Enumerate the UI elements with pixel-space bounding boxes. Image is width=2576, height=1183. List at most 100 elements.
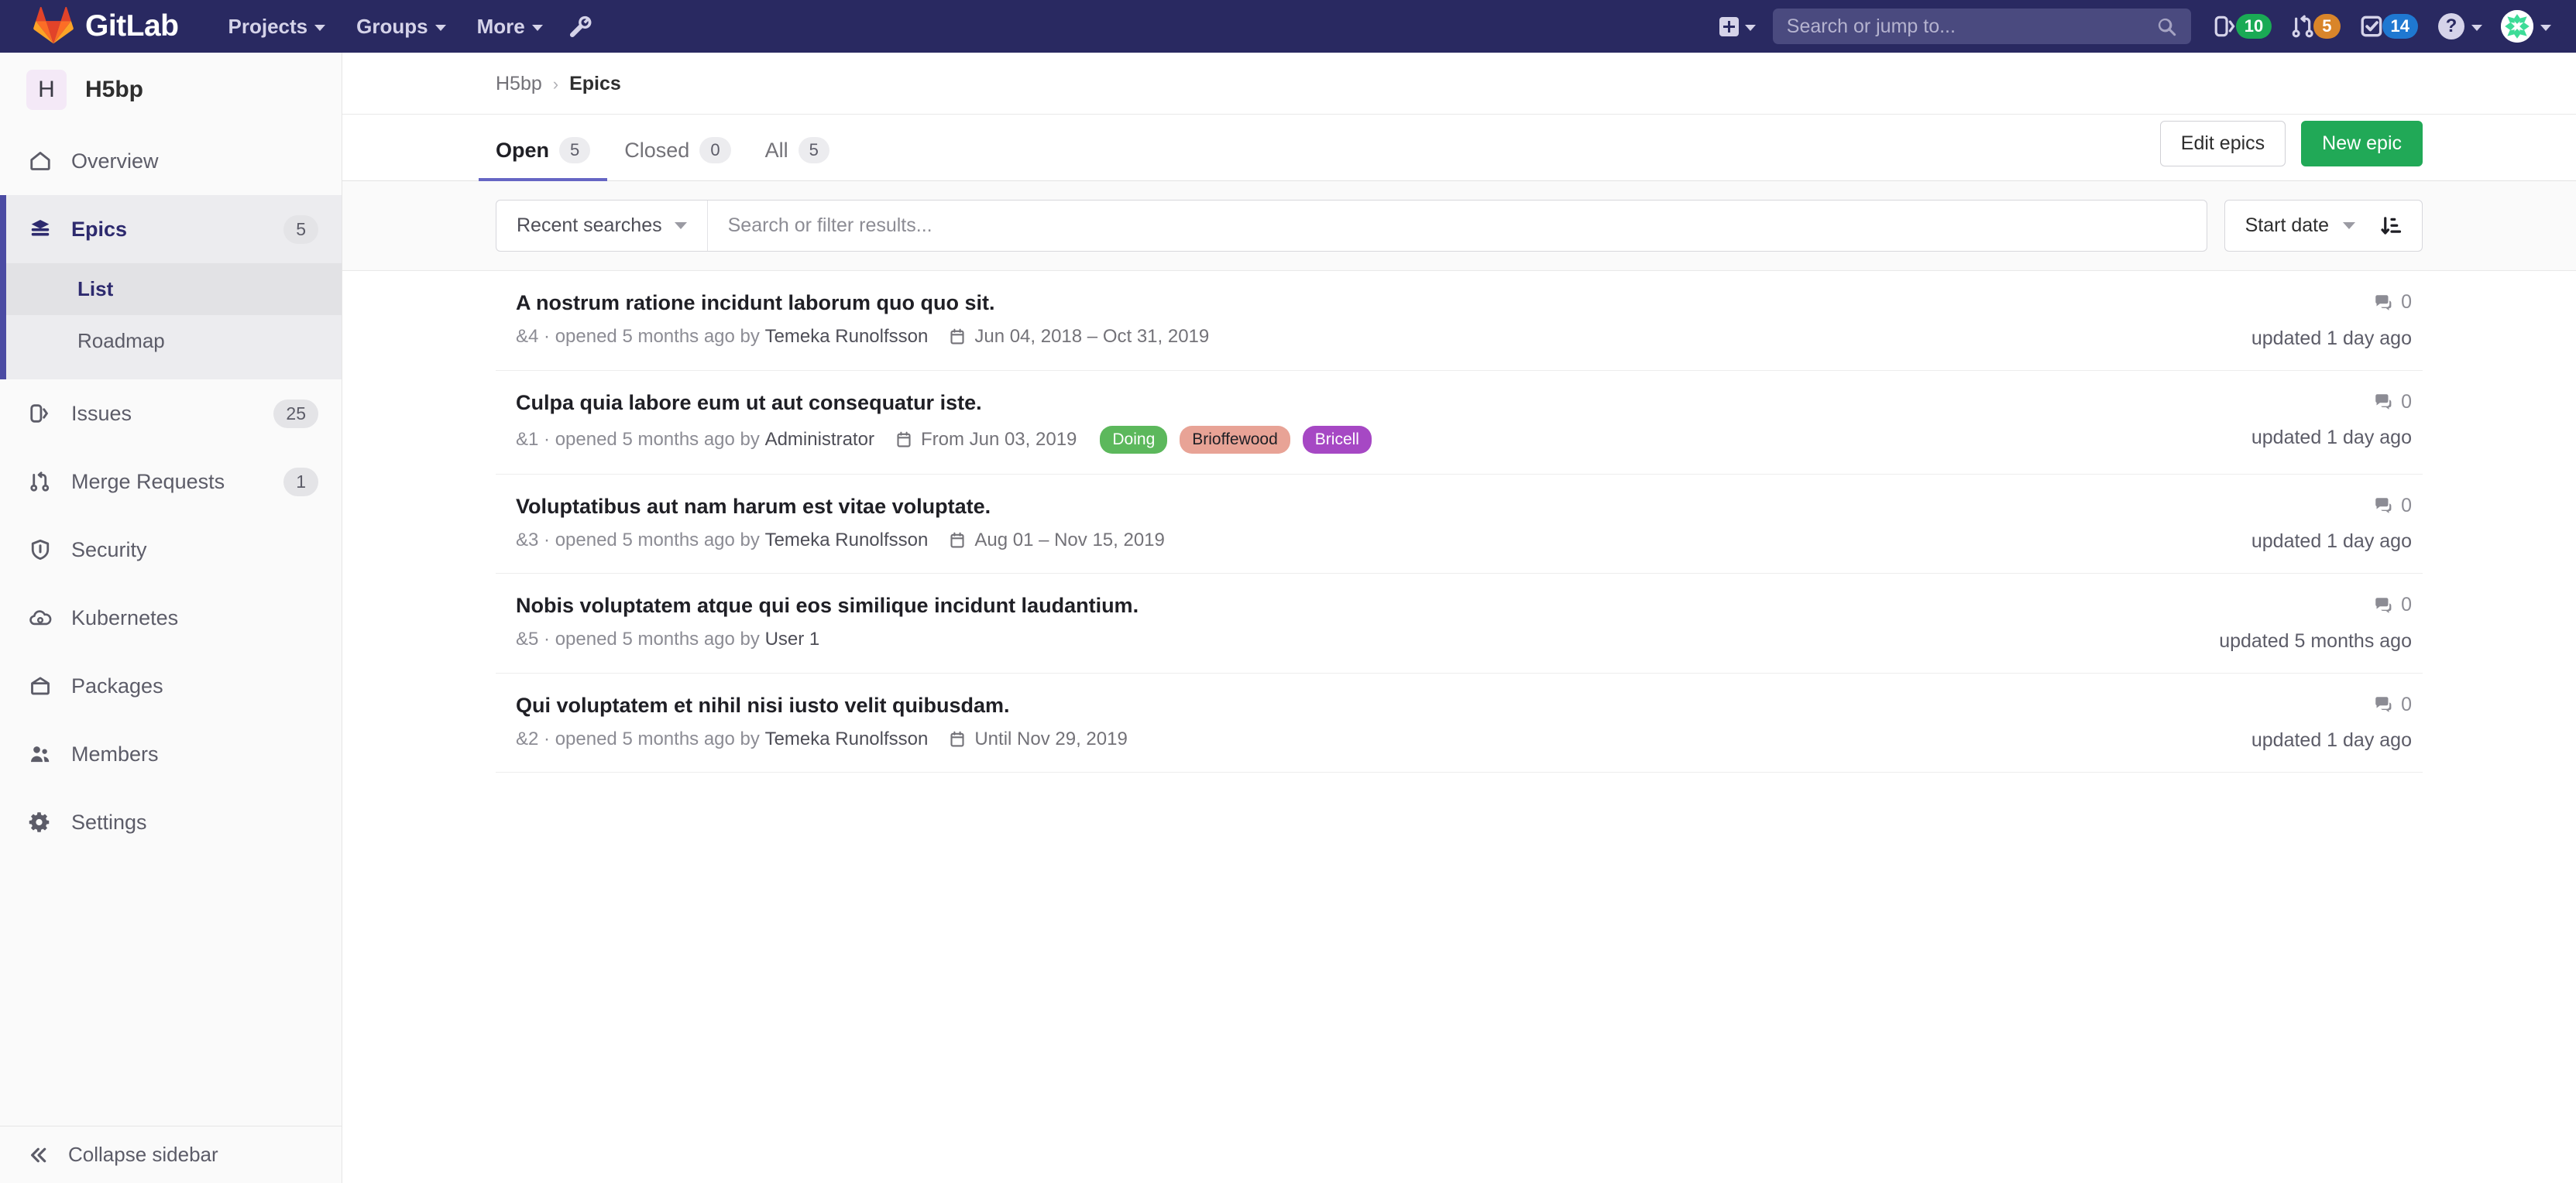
- epic-title[interactable]: A nostrum ratione incidunt laborum quo q…: [516, 291, 2090, 315]
- comment-icon: [2373, 293, 2393, 313]
- collapse-sidebar-button[interactable]: Collapse sidebar: [0, 1126, 342, 1183]
- sidebar-item-kubernetes[interactable]: Kubernetes: [0, 584, 342, 652]
- package-icon: [28, 674, 53, 698]
- epic-list: A nostrum ratione incidunt laborum quo q…: [342, 271, 2576, 773]
- epic-opened-text: · opened 5 months ago by: [544, 729, 760, 750]
- gitlab-logo-icon[interactable]: [33, 6, 74, 46]
- sidebar-item-merge-requests[interactable]: Merge Requests 1: [0, 447, 342, 516]
- nav-projects-label: Projects: [228, 0, 308, 53]
- navbar-merge-requests-counter[interactable]: 5: [2281, 0, 2349, 53]
- epic-title[interactable]: Qui voluptatem et nihil nisi iusto velit…: [516, 694, 2090, 718]
- sidebar-item-members[interactable]: Members: [0, 720, 342, 788]
- navbar-left: GitLab Projects Groups More: [0, 0, 602, 53]
- epic-comment-count: 0: [2401, 291, 2412, 314]
- epic-state-tabs: Open 5 Closed 0 All 5 Edit epics New epi…: [342, 115, 2576, 181]
- status-badge[interactable]: Doing: [1100, 426, 1167, 454]
- epic-updated: updated 1 day ago: [2090, 327, 2412, 350]
- epic-comments[interactable]: 0: [2373, 594, 2412, 616]
- sidebar-item-issues[interactable]: Issues 25: [0, 379, 342, 447]
- edit-epics-button[interactable]: Edit epics: [2160, 121, 2286, 166]
- epic-author[interactable]: Administrator: [765, 429, 874, 451]
- breadcrumb-group[interactable]: H5bp: [496, 73, 542, 95]
- tab-closed[interactable]: Closed 0: [607, 137, 747, 180]
- sidebar-merge-requests-count: 1: [283, 468, 318, 496]
- issues-icon: [28, 402, 53, 425]
- sidebar-item-epics-label: Epics: [71, 218, 265, 242]
- table-row[interactable]: Voluptatibus aut nam harum est vitae vol…: [496, 475, 2423, 574]
- epic-title[interactable]: Culpa quia labore eum ut aut consequatur…: [516, 391, 2090, 415]
- epic-title[interactable]: Nobis voluptatem atque qui eos similique…: [516, 594, 2090, 618]
- epic-meta: &1 · opened 5 months ago by Administrato…: [516, 426, 2090, 454]
- brand-name[interactable]: GitLab: [85, 0, 179, 53]
- sidebar-item-packages[interactable]: Packages: [0, 652, 342, 720]
- merge-requests-count-badge: 5: [2313, 14, 2340, 39]
- epic-dates: Aug 01 – Nov 15, 2019: [948, 530, 1165, 551]
- sort-by-dropdown[interactable]: Start date: [2225, 214, 2375, 237]
- help-button[interactable]: ?: [2427, 0, 2493, 53]
- nav-projects[interactable]: Projects: [213, 0, 342, 53]
- epic-title[interactable]: Voluptatibus aut nam harum est vitae vol…: [516, 495, 2090, 519]
- epic-comments[interactable]: 0: [2373, 694, 2412, 716]
- calendar-icon: [948, 730, 967, 749]
- nav-groups[interactable]: Groups: [341, 0, 461, 53]
- epic-reference: &5: [516, 629, 538, 650]
- status-badge[interactable]: Bricell: [1303, 426, 1372, 454]
- epic-main: Qui voluptatem et nihil nisi iusto velit…: [516, 694, 2090, 750]
- tab-open[interactable]: Open 5: [479, 137, 607, 180]
- todo-check-icon: [2359, 13, 2385, 39]
- table-row[interactable]: Nobis voluptatem atque qui eos similique…: [496, 574, 2423, 674]
- sidebar-subitem-roadmap[interactable]: Roadmap: [0, 315, 342, 367]
- chevron-down-icon: [1745, 25, 1756, 31]
- epic-updated: updated 1 day ago: [2090, 427, 2412, 449]
- search-filter-input[interactable]: [708, 201, 2207, 251]
- epic-comments[interactable]: 0: [2373, 495, 2412, 517]
- nav-more-label: More: [477, 0, 525, 53]
- recent-searches-dropdown[interactable]: Recent searches: [496, 201, 708, 251]
- epics-subnav: List Roadmap: [0, 263, 342, 379]
- navbar-issues-counter[interactable]: 10: [2203, 0, 2281, 53]
- epic-main: A nostrum ratione incidunt laborum quo q…: [516, 291, 2090, 348]
- sidebar-item-settings[interactable]: Settings: [0, 788, 342, 856]
- table-row[interactable]: A nostrum ratione incidunt laborum quo q…: [496, 271, 2423, 371]
- sidebar-item-security-label: Security: [71, 538, 318, 562]
- comment-icon: [2373, 694, 2393, 715]
- global-search-box[interactable]: Search or jump to...: [1773, 9, 2191, 44]
- epic-author[interactable]: Temeka Runolfsson: [765, 729, 929, 750]
- status-badge[interactable]: Brioffewood: [1180, 426, 1290, 454]
- admin-area-button[interactable]: [558, 0, 602, 53]
- sort-direction-button[interactable]: [2375, 214, 2422, 238]
- epic-icon: [28, 218, 53, 241]
- sort-controls: Start date: [2224, 200, 2423, 252]
- search-icon: [2155, 15, 2177, 37]
- navbar-todos-counter[interactable]: 14: [2350, 0, 2427, 53]
- epic-updated: updated 1 day ago: [2090, 530, 2412, 553]
- epic-author[interactable]: User 1: [765, 629, 820, 650]
- sidebar-subitem-list[interactable]: List: [0, 263, 342, 315]
- sidebar-item-overview[interactable]: Overview: [0, 127, 342, 195]
- sidebar-item-epics[interactable]: Epics 5: [0, 195, 342, 263]
- nav-groups-label: Groups: [356, 0, 428, 53]
- new-epic-button[interactable]: New epic: [2301, 121, 2423, 166]
- epic-main: Nobis voluptatem atque qui eos similique…: [516, 594, 2090, 650]
- table-row[interactable]: Qui voluptatem et nihil nisi iusto velit…: [496, 674, 2423, 773]
- question-mark-icon: ?: [2438, 13, 2464, 39]
- nav-more[interactable]: More: [462, 0, 558, 53]
- kubernetes-icon: [28, 606, 53, 629]
- epic-comments[interactable]: 0: [2373, 391, 2412, 413]
- epic-updated: updated 5 months ago: [2090, 630, 2412, 653]
- sidebar-item-security[interactable]: Security: [0, 516, 342, 584]
- breadcrumb-current[interactable]: Epics: [569, 73, 621, 95]
- epic-author[interactable]: Temeka Runolfsson: [765, 326, 929, 348]
- epic-author[interactable]: Temeka Runolfsson: [765, 530, 929, 551]
- user-menu-button[interactable]: [2493, 0, 2562, 53]
- sort-by-label: Start date: [2245, 214, 2329, 237]
- epic-comments[interactable]: 0: [2373, 291, 2412, 314]
- epic-updated: updated 1 day ago: [2090, 729, 2412, 752]
- tab-all[interactable]: All 5: [748, 137, 847, 180]
- sidebar: H H5bp Overview Epics 5 List Roadmap: [0, 53, 342, 1183]
- new-item-button[interactable]: [1709, 0, 1767, 53]
- epic-actions: Edit epics New epic: [2160, 121, 2423, 166]
- table-row[interactable]: Culpa quia labore eum ut aut consequatur…: [496, 371, 2423, 475]
- project-header[interactable]: H H5bp: [0, 53, 342, 127]
- epic-date-range: Until Nov 29, 2019: [974, 729, 1127, 750]
